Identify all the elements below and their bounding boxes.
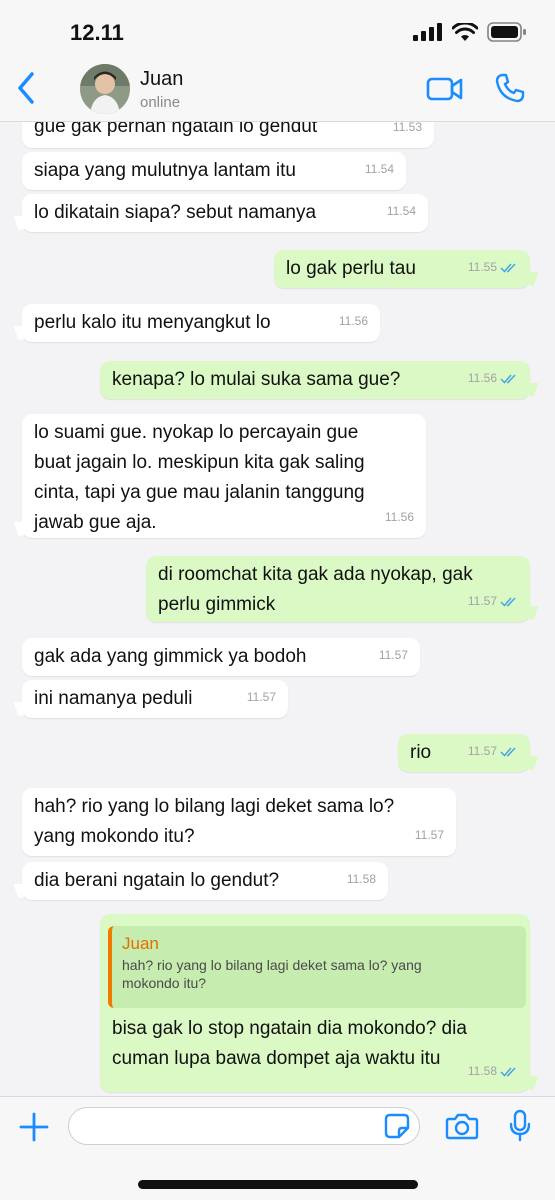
quoted-sender: Juan: [122, 934, 159, 953]
wifi-icon: [452, 22, 478, 41]
chat-area: gue gak pernah ngatain lo gendut 11.53 s…: [0, 0, 555, 1200]
message-time: 11.55: [468, 252, 518, 282]
message-bubble-outgoing[interactable]: kenapa? lo mulai suka sama gue? 11.56: [100, 361, 530, 399]
message-bubble-incoming[interactable]: perlu kalo itu menyangkut lo 11.56: [22, 304, 380, 342]
voice-call-button[interactable]: [494, 72, 526, 104]
message-time: 11.57: [414, 828, 444, 842]
quoted-message[interactable]: Juan hah? rio yang lo bilang lagi deket …: [108, 926, 526, 1008]
battery-icon: [487, 22, 526, 42]
signal-icon: [413, 23, 442, 41]
microphone-button[interactable]: [508, 1109, 532, 1143]
message-bubble-outgoing-reply[interactable]: Juan hah? rio yang lo bilang lagi deket …: [100, 914, 530, 1092]
message-text: lo dikatain siapa? sebut namanya: [34, 202, 317, 223]
message-bubble-incoming[interactable]: lo suami gue. nyokap lo percayain gue bu…: [22, 414, 426, 538]
contact-name[interactable]: Juan: [140, 68, 183, 91]
message-text: bisa gak lo stop ngatain dia mokondo? di…: [112, 1018, 467, 1069]
status-bar: 12.11: [0, 0, 555, 62]
message-time: 11.57: [378, 648, 408, 662]
contact-photo: [80, 64, 130, 114]
message-text: gak ada yang gimmick ya bodoh: [34, 646, 307, 667]
message-time: 11.56: [338, 314, 368, 328]
message-bubble-incoming[interactable]: dia berani ngatain lo gendut? 11.58: [22, 862, 388, 900]
camera-icon: [445, 1113, 479, 1140]
message-time: 11.56: [468, 363, 518, 393]
message-time: 11.58: [468, 1056, 518, 1086]
microphone-icon: [509, 1109, 531, 1142]
double-check-icon: [500, 1066, 516, 1077]
message-bubble-incoming[interactable]: lo dikatain siapa? sebut namanya 11.54: [22, 194, 428, 232]
message-time: 11.54: [364, 162, 394, 176]
message-bubble-outgoing[interactable]: di roomchat kita gak ada nyokap, gak per…: [146, 556, 530, 622]
message-text: dia berani ngatain lo gendut?: [34, 870, 280, 891]
message-time: 11.56: [384, 510, 414, 524]
message-text: kenapa? lo mulai suka sama gue?: [112, 369, 401, 390]
message-time: 11.57: [246, 690, 276, 704]
home-indicator[interactable]: [138, 1180, 418, 1189]
message-text: siapa yang mulutnya lantam itu: [34, 160, 296, 181]
quoted-text: hah? rio yang lo bilang lagi deket sama …: [122, 957, 422, 991]
message-bubble-incoming[interactable]: hah? rio yang lo bilang lagi deket sama …: [22, 788, 456, 856]
contact-status: online: [140, 94, 181, 111]
message-text: di roomchat kita gak ada nyokap, gak per…: [158, 564, 473, 615]
double-check-icon: [500, 746, 516, 757]
message-input[interactable]: [68, 1107, 420, 1145]
phone-icon: [495, 73, 525, 103]
message-bubble-incoming[interactable]: gak ada yang gimmick ya bodoh 11.57: [22, 638, 420, 676]
message-text: lo suami gue. nyokap lo percayain gue bu…: [34, 422, 365, 533]
chevron-left-icon: [18, 72, 34, 104]
message-time: 11.58: [346, 872, 376, 886]
avatar[interactable]: [80, 64, 130, 114]
status-time: 12.11: [70, 20, 124, 45]
double-check-icon: [500, 262, 516, 273]
message-bubble-outgoing[interactable]: rio 11.57: [398, 734, 530, 772]
back-button[interactable]: [12, 70, 42, 106]
camera-button[interactable]: [445, 1111, 479, 1141]
double-check-icon: [500, 596, 516, 607]
message-time: 11.57: [468, 586, 518, 616]
chat-header: Juan online: [0, 56, 555, 122]
video-icon: [426, 77, 463, 101]
message-bubble-incoming[interactable]: siapa yang mulutnya lantam itu 11.54: [22, 152, 406, 190]
double-check-icon: [500, 373, 516, 384]
attach-button[interactable]: [18, 1111, 50, 1143]
sticker-button[interactable]: [384, 1113, 410, 1139]
plus-icon: [19, 1112, 49, 1142]
message-time: 11.57: [468, 736, 518, 766]
message-bubble-incoming[interactable]: ini namanya peduli 11.57: [22, 680, 288, 718]
message-bubble-outgoing[interactable]: lo gak perlu tau 11.55: [274, 250, 530, 288]
message-text: hah? rio yang lo bilang lagi deket sama …: [34, 796, 395, 847]
sticker-icon: [384, 1113, 410, 1139]
video-call-button[interactable]: [426, 74, 464, 104]
message-text: ini namanya peduli: [34, 688, 193, 709]
message-text: perlu kalo itu menyangkut lo: [34, 312, 271, 333]
status-icons: [413, 22, 527, 42]
message-time: 11.54: [386, 204, 416, 218]
